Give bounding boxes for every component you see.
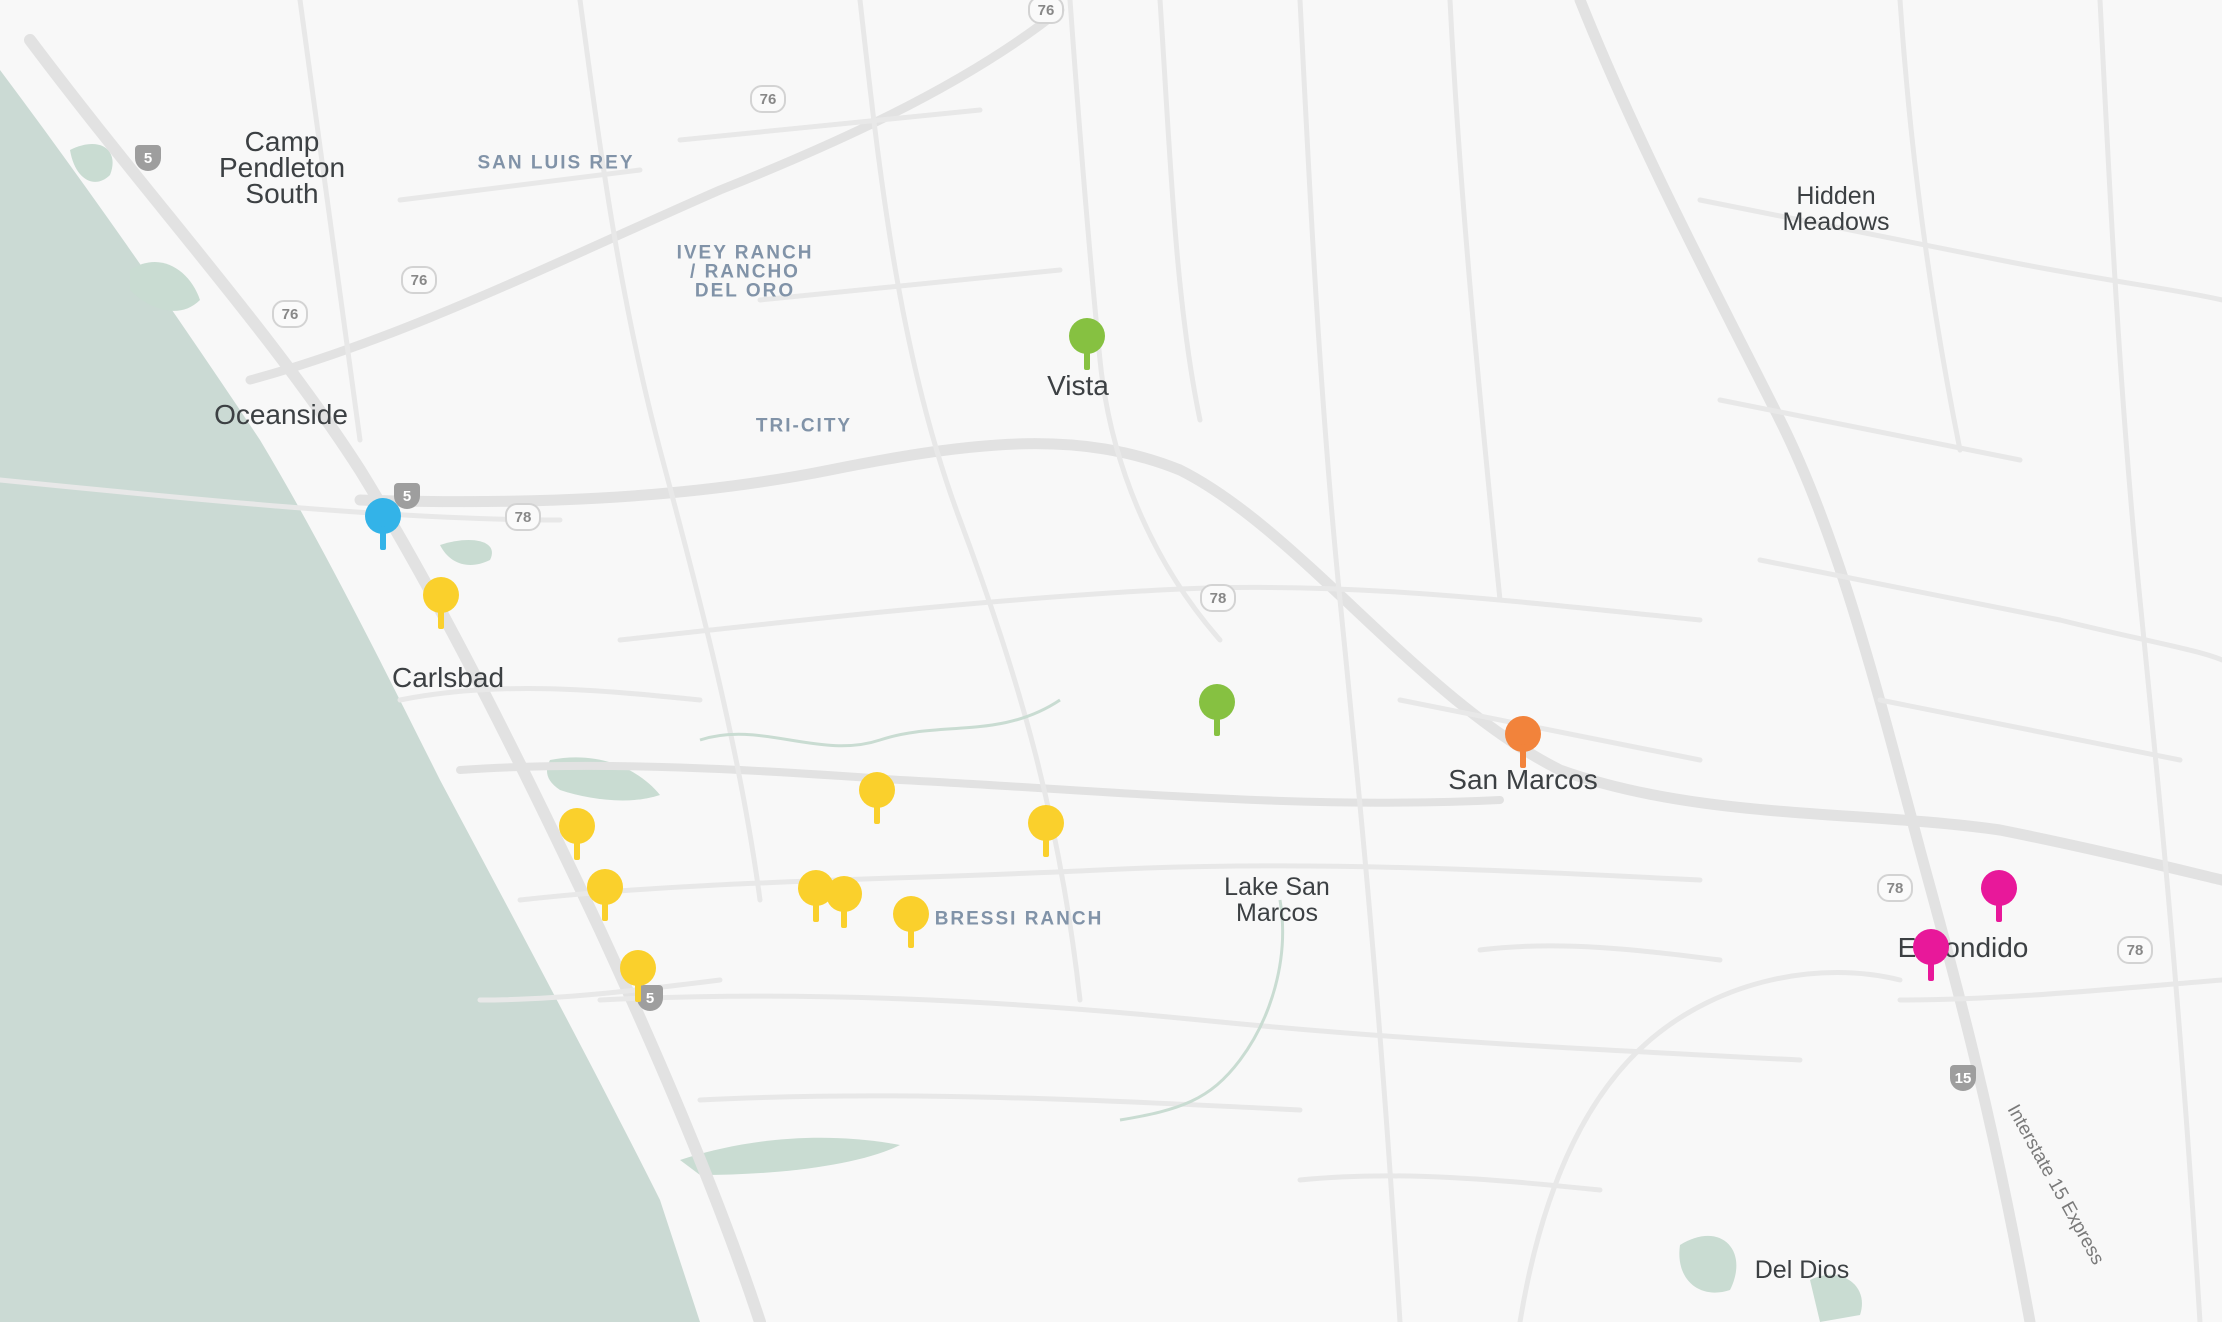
map-marker-oceanside[interactable] — [363, 496, 403, 550]
map-basemap — [0, 0, 2222, 1322]
batiquitos-lagoon — [680, 1137, 900, 1175]
map-marker-escondido-2[interactable] — [1911, 927, 1951, 981]
i15-freeway — [1574, 0, 2036, 1322]
map-marker-carlsbad-coast-1[interactable] — [557, 806, 597, 860]
map-marker-bressi-3[interactable] — [891, 894, 931, 948]
map-marker-bressi-2[interactable] — [824, 874, 864, 928]
route-78-shield: 78 — [1877, 874, 1913, 902]
route-78-shield: 78 — [505, 503, 541, 531]
map-marker-carlsbad-coast-2[interactable] — [585, 867, 625, 921]
buena-vista-lagoon — [440, 540, 492, 565]
map-marker-vista-south[interactable] — [1197, 682, 1237, 736]
creek — [699, 698, 1061, 748]
lake-hodges-2 — [1810, 1274, 1862, 1322]
route-78-shield: 78 — [2117, 936, 2153, 964]
sr76-road — [245, 5, 1065, 385]
route-76-shield: 76 — [1028, 0, 1064, 24]
map-canvas[interactable]: SAN LUIS REY IVEY RANCH / RANCHO DEL ORO… — [0, 0, 2222, 1322]
map-marker-carlsbad-inland-2[interactable] — [1026, 803, 1066, 857]
route-76-shield: 76 — [750, 85, 786, 113]
interstate-15-shield: 15 — [1950, 1065, 1976, 1091]
lake-hodges — [1679, 1235, 1737, 1293]
map-marker-carlsbad-inland-1[interactable] — [857, 770, 897, 824]
map-marker-carlsbad-coast-3[interactable] — [618, 948, 658, 1002]
creek-2 — [1119, 899, 1285, 1122]
route-78-shield: 78 — [1200, 584, 1236, 612]
map-marker-san-marcos[interactable] — [1503, 714, 1543, 768]
ocean — [0, 70, 700, 1322]
map-marker-carlsbad-north[interactable] — [421, 575, 461, 629]
map-marker-escondido-1[interactable] — [1979, 868, 2019, 922]
interstate-5-shield: 5 — [135, 145, 161, 171]
sr78-freeway — [354, 438, 2222, 886]
route-76-shield: 76 — [401, 266, 437, 294]
route-76-shield: 76 — [272, 300, 308, 328]
map-marker-vista[interactable] — [1067, 316, 1107, 370]
